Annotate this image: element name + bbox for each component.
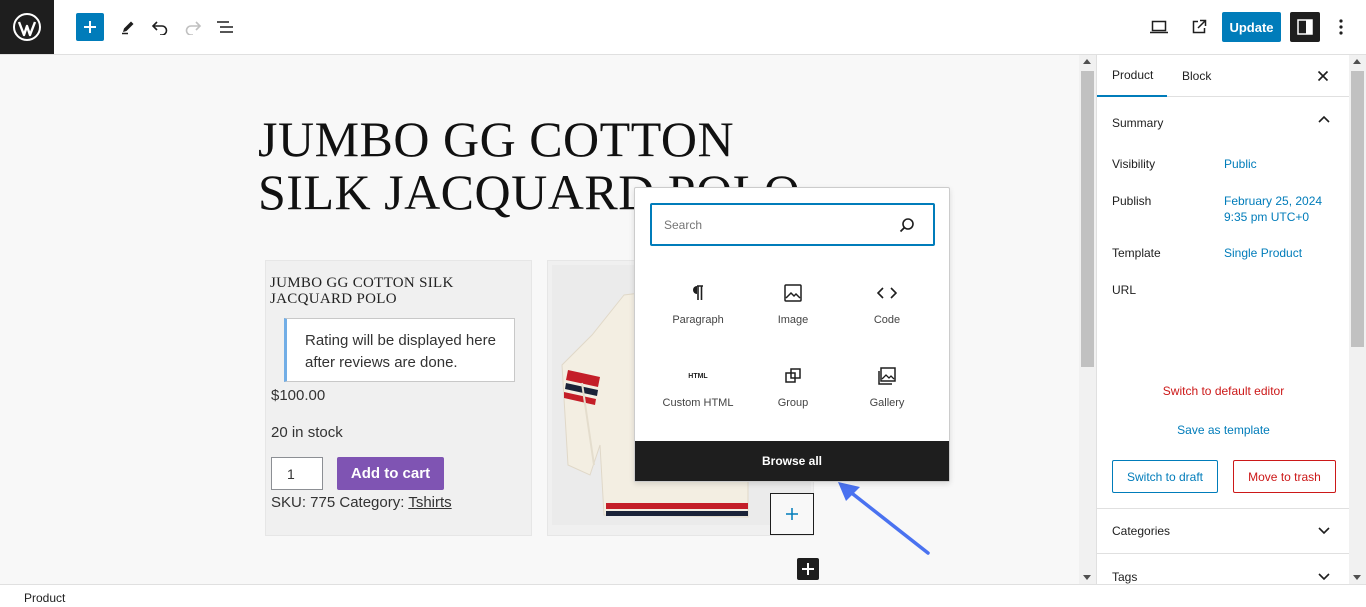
switch-default-editor-link[interactable]: Switch to default editor (1097, 384, 1349, 398)
document-overview-button[interactable] (211, 13, 239, 41)
tags-panel-toggle[interactable]: Tags (1097, 554, 1349, 584)
block-item-image[interactable]: Image (745, 278, 841, 348)
paragraph-icon (686, 281, 710, 305)
arrow-annotation-icon (838, 482, 930, 555)
add-to-cart-button[interactable]: Add to cart (337, 457, 444, 490)
code-icon (875, 281, 899, 305)
search-icon (899, 218, 914, 233)
publish-label: Publish (1112, 194, 1152, 208)
redo-icon (185, 21, 202, 35)
external-link-icon (1192, 19, 1207, 34)
visibility-label: Visibility (1112, 157, 1156, 171)
block-label: Custom HTML (662, 397, 734, 409)
settings-sidebar: Product Block Summary Visibility Public … (1096, 55, 1349, 584)
pencil-icon (122, 21, 134, 35)
editor-toolbar: Update (0, 0, 1366, 55)
summary-panel-toggle[interactable]: Summary (1097, 98, 1349, 143)
image-icon (781, 281, 805, 305)
block-label: Paragraph (672, 314, 724, 326)
block-item-paragraph[interactable]: Paragraph (650, 278, 746, 348)
categories-panel-toggle[interactable]: Categories (1097, 509, 1349, 554)
list-view-icon (217, 21, 233, 33)
block-item-gallery[interactable]: Gallery (839, 361, 935, 431)
add-block-button[interactable] (770, 493, 814, 535)
wordpress-icon (13, 13, 41, 41)
plus-icon (84, 21, 96, 33)
plus-icon (802, 563, 814, 575)
visibility-value[interactable]: Public (1224, 156, 1257, 172)
move-to-trash-button[interactable]: Move to trash (1233, 460, 1336, 493)
desktop-icon (1150, 20, 1168, 34)
tab-block[interactable]: Block (1182, 55, 1211, 97)
template-label: Template (1112, 246, 1161, 260)
chevron-down-icon (1318, 573, 1330, 581)
view-product-button[interactable] (1185, 13, 1213, 41)
category-link[interactable]: Tshirts (408, 494, 451, 511)
chevron-up-icon (1318, 115, 1330, 123)
sidebar-scrollbar[interactable] (1349, 55, 1366, 584)
update-button[interactable]: Update (1222, 12, 1281, 42)
block-label: Image (777, 314, 809, 326)
sku-text: SKU: 775 Category: (271, 494, 409, 511)
product-price: $100.00 (271, 387, 326, 404)
preview-button[interactable] (1145, 13, 1173, 41)
undo-icon (151, 21, 168, 35)
block-inserter-toggle[interactable] (76, 13, 104, 41)
close-icon (1317, 70, 1329, 82)
block-label: Gallery (869, 397, 905, 409)
publish-date-value[interactable]: February 25, 2024 9:35 pm UTC+0 (1224, 193, 1322, 225)
publish-date: February 25, 2024 (1224, 194, 1323, 208)
browse-all-button[interactable]: Browse all (635, 441, 949, 481)
default-block-appender[interactable] (797, 558, 819, 580)
options-menu-button[interactable] (1327, 13, 1355, 41)
block-search[interactable] (650, 203, 935, 246)
tags-heading: Tags (1112, 570, 1138, 584)
block-item-group[interactable]: Group (745, 361, 841, 431)
group-icon (781, 364, 805, 388)
redo-button[interactable] (179, 13, 207, 41)
close-sidebar-button[interactable] (1315, 68, 1331, 84)
template-value[interactable]: Single Product (1224, 245, 1302, 261)
gallery-icon (875, 364, 899, 388)
breadcrumb-item[interactable]: Product (24, 591, 65, 605)
more-vertical-icon (1339, 19, 1343, 35)
block-inserter-popover: Paragraph Image Code HTML Custom HTML Gr… (634, 187, 950, 482)
save-as-template-link[interactable]: Save as template (1097, 423, 1349, 437)
stock-status: 20 in stock (271, 424, 343, 441)
block-search-input[interactable] (664, 205, 884, 244)
switch-to-draft-button[interactable]: Switch to draft (1112, 460, 1218, 493)
block-breadcrumb-bar: Product (0, 584, 1366, 607)
settings-toggle-button[interactable] (1290, 12, 1320, 42)
tab-product[interactable]: Product (1097, 55, 1167, 97)
wordpress-logo-button[interactable] (0, 0, 54, 54)
product-details-column[interactable]: JUMBO GG COTTON SILK JACQUARD POLO Ratin… (265, 260, 532, 536)
product-meta: SKU: 775 Category: Tshirts (271, 494, 452, 511)
plus-icon (786, 508, 798, 520)
sidebar-icon (1297, 19, 1313, 35)
sidebar-tabs: Product Block (1097, 55, 1349, 97)
quantity-input[interactable]: 1 (271, 457, 323, 490)
tools-button[interactable] (114, 13, 142, 41)
html-icon: HTML (686, 364, 710, 388)
canvas-scrollbar[interactable] (1079, 55, 1096, 584)
block-item-code[interactable]: Code (839, 278, 935, 348)
product-name: JUMBO GG COTTON SILK JACQUARD POLO (270, 275, 454, 307)
block-item-custom-html[interactable]: HTML Custom HTML (650, 361, 746, 431)
categories-heading: Categories (1112, 524, 1171, 538)
html-icon-text: HTML (688, 372, 708, 380)
chevron-down-icon (1318, 527, 1330, 535)
undo-button[interactable] (146, 13, 174, 41)
rating-notice: Rating will be displayed here after revi… (284, 318, 515, 382)
url-label: URL (1112, 283, 1137, 297)
block-label: Code (873, 314, 901, 326)
summary-heading: Summary (1112, 116, 1164, 130)
publish-time: 9:35 pm UTC+0 (1224, 210, 1310, 224)
block-label: Group (777, 397, 809, 409)
